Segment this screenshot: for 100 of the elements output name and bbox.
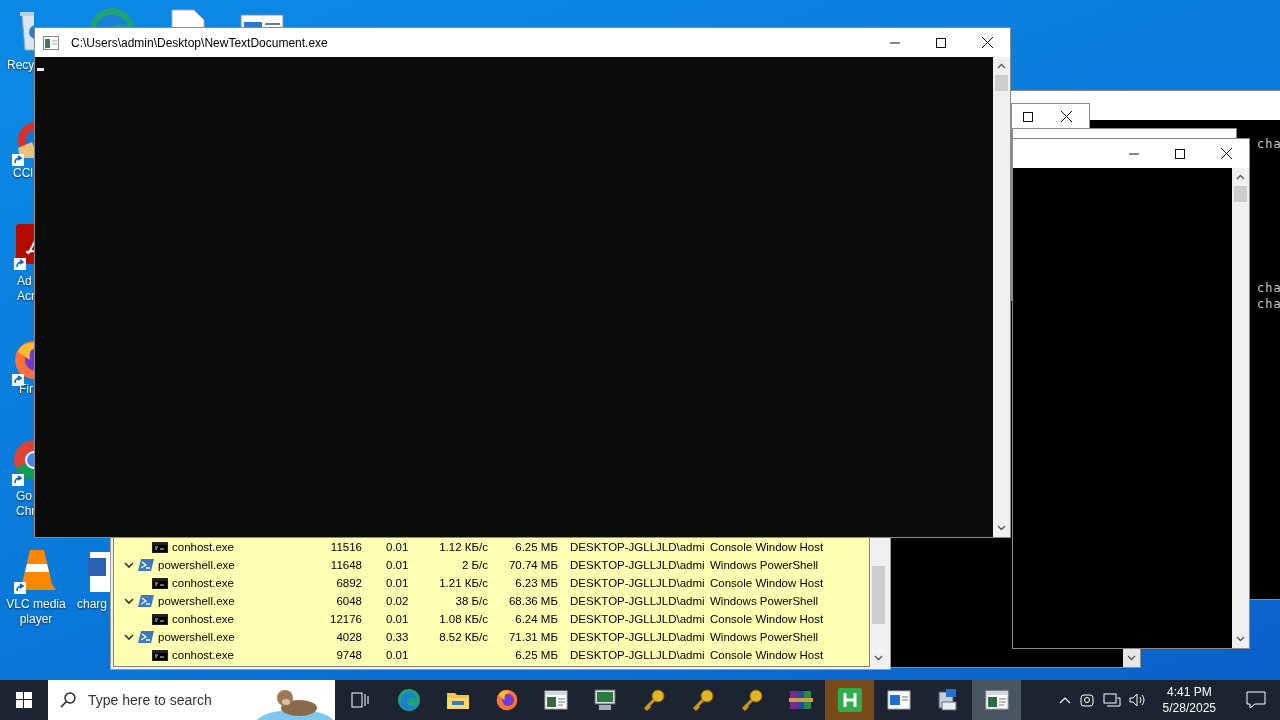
- io-rate-cell-text: 2 Б/с: [460, 559, 488, 571]
- user-cell-text: DESKTOP-JGLLJLD\admi: [570, 577, 706, 589]
- scroll-up-icon[interactable]: [997, 63, 1006, 69]
- desktop-icon-label: Recy: [7, 58, 35, 73]
- scroll-up-icon[interactable]: [1236, 174, 1245, 180]
- scrollbar-thumb[interactable]: [871, 566, 885, 624]
- key-icon: [739, 688, 764, 712]
- user-cell-text: DESKTOP-JGLLJLD\admi: [570, 613, 706, 625]
- process-name: conhost.exe: [172, 577, 234, 589]
- pid-cell-text: 6048: [335, 595, 362, 607]
- process-row[interactable]: powershell.exe 6048 0.02 38 Б/с 68.36 МБ DESKTOP-JGLLJLD\admi Windows PowerShell: [114, 592, 869, 610]
- expand-chevron-icon[interactable]: [124, 633, 134, 641]
- expand-chevron-icon[interactable]: [124, 597, 134, 605]
- scrollbar-thumb[interactable]: [1234, 186, 1247, 202]
- desktop-icon-label: Chr: [16, 504, 36, 519]
- console-icon: [152, 541, 168, 553]
- monitor-icon: [592, 689, 617, 711]
- camera-icon[interactable]: [1078, 692, 1095, 708]
- window-icon: [886, 690, 911, 710]
- taskbar-app-button[interactable]: [825, 680, 874, 720]
- expand-chevron-icon[interactable]: [124, 561, 134, 569]
- process-row[interactable]: conhost.exe 12176 0.01 1.08 КБ/с 6.24 МБ DESKTOP-JGLLJLD\admi Console Window Host: [114, 610, 869, 628]
- scrollbar-thumb[interactable]: [995, 75, 1008, 91]
- process-row[interactable]: powershell.exe 11648 0.01 2 Б/с 70.74 МБ DESKTOP-JGLLJLD\admi Windows PowerShell: [114, 556, 869, 574]
- window-icon: [984, 690, 1009, 710]
- scroll-down-icon[interactable]: [1236, 636, 1245, 642]
- installer-icon: [935, 688, 960, 712]
- user-cell-text: DESKTOP-JGLLJLD\admi: [570, 541, 706, 553]
- description-cell-text: Windows PowerShell: [710, 559, 819, 571]
- speaker-icon[interactable]: [1128, 692, 1147, 708]
- user-cell-text: DESKTOP-JGLLJLD\admi: [570, 559, 706, 571]
- io-rate-cell-text: 1.08 КБ/с: [438, 613, 488, 625]
- taskbar-app-button[interactable]: [972, 680, 1021, 720]
- memory-cell-text: 68.36 МБ: [507, 595, 558, 607]
- scroll-down-icon[interactable]: [997, 525, 1006, 531]
- scroll-down-icon[interactable]: [1127, 655, 1136, 661]
- process-name: conhost.exe: [172, 613, 234, 625]
- process-row[interactable]: conhost.exe 9748 0.01 6.25 МБ DESKTOP-JGLLJLD\admi Console Window Host: [114, 646, 869, 664]
- minimize-icon: [1129, 152, 1139, 155]
- console-icon: [152, 577, 168, 589]
- io-rate-cell-text: 1.21 КБ/с: [438, 577, 488, 589]
- scroll-down-icon[interactable]: [873, 655, 883, 661]
- memory-cell-text: 6.25 МБ: [514, 649, 558, 661]
- process-name: conhost.exe: [172, 649, 234, 661]
- console-icon: [152, 613, 168, 625]
- desktop-icon-label: player: [18, 612, 54, 627]
- process-name: powershell.exe: [158, 595, 235, 607]
- key-icon: [641, 688, 666, 712]
- chevron-up-icon[interactable]: [1058, 696, 1071, 704]
- user-cell-text: DESKTOP-JGLLJLD\admi: [570, 631, 706, 643]
- clock-time[interactable]: 4:41 PM: [1166, 684, 1212, 700]
- description-cell-text: Console Window Host: [710, 541, 825, 553]
- search-bar[interactable]: Type here to search: [48, 680, 335, 720]
- pid-cell-text: 12176: [329, 613, 362, 625]
- desktop-icon-label: Fir: [19, 382, 33, 397]
- minimize-icon: [890, 41, 900, 44]
- firefox-icon: [494, 688, 519, 712]
- notification-icon[interactable]: [1246, 691, 1266, 709]
- console-output-line: cha: [1257, 136, 1280, 152]
- pid-cell-text: 9748: [335, 649, 362, 661]
- maximize-icon: [1022, 111, 1033, 122]
- cpu-cell-text: 0.01: [386, 559, 410, 571]
- cpu-cell-text: 0.01: [386, 577, 410, 589]
- description-cell-text: Console Window Host: [710, 649, 825, 661]
- description-cell-text: Windows PowerShell: [710, 631, 819, 643]
- window-icon: [543, 690, 568, 710]
- maximize-icon: [1175, 148, 1185, 159]
- cpu-cell-text: 0.33: [386, 631, 410, 643]
- windows-logo-icon: [16, 692, 32, 708]
- process-row[interactable]: conhost.exe 6892 0.01 1.21 КБ/с 6.23 МБ DESKTOP-JGLLJLD\admi Console Window Host: [114, 574, 869, 592]
- process-row[interactable]: powershell.exe 4028 0.33 8.52 КБ/с 71.31 МБ DESKTOP-JGLLJLD\admi Windows PowerShell: [114, 628, 869, 646]
- h-app-icon: [837, 688, 862, 712]
- memory-cell-text: 6.24 МБ: [514, 613, 558, 625]
- close-icon: [1220, 148, 1232, 159]
- process-name: powershell.exe: [158, 559, 235, 571]
- desktop-icon-label: CCl: [13, 166, 33, 181]
- process-row[interactable]: conhost.exe 11516 0.01 1.12 КБ/с 6.25 МБ DESKTOP-JGLLJLD\admi Console Window Host: [114, 538, 869, 556]
- process-name: powershell.exe: [158, 631, 235, 643]
- description-cell-text: Console Window Host: [710, 613, 825, 625]
- pid-cell-text: 11516: [329, 541, 362, 553]
- desktop-icon-label: Acr: [17, 289, 35, 304]
- text-cursor: [37, 68, 44, 71]
- cpu-cell-text: 0.01: [386, 613, 410, 625]
- console-output-line: cha: [1257, 296, 1280, 312]
- search-field[interactable]: Type here to search: [86, 691, 260, 709]
- pid-cell-text: 11648: [329, 559, 362, 571]
- pid-cell-text: 6892: [335, 577, 362, 589]
- cpu-cell-text: 0.02: [386, 595, 410, 607]
- memory-cell-text: 71.31 МБ: [507, 631, 558, 643]
- network-icon[interactable]: [1102, 692, 1121, 708]
- cpu-cell-text: 0.01: [386, 541, 410, 553]
- window-title: C:\Users\admin\Desktop\NewTextDocument.exe: [71, 35, 329, 50]
- io-rate-cell-text: 8.52 КБ/с: [438, 631, 488, 643]
- clock-date[interactable]: 5/28/2025: [1162, 700, 1216, 716]
- close-icon: [981, 37, 993, 48]
- shortcut-arrow-icon: [12, 374, 24, 386]
- shortcut-arrow-icon: [14, 582, 26, 594]
- shortcut-arrow-icon: [12, 154, 24, 166]
- shortcut-arrow-icon: [12, 474, 24, 486]
- shortcut-arrow-icon: [14, 258, 26, 270]
